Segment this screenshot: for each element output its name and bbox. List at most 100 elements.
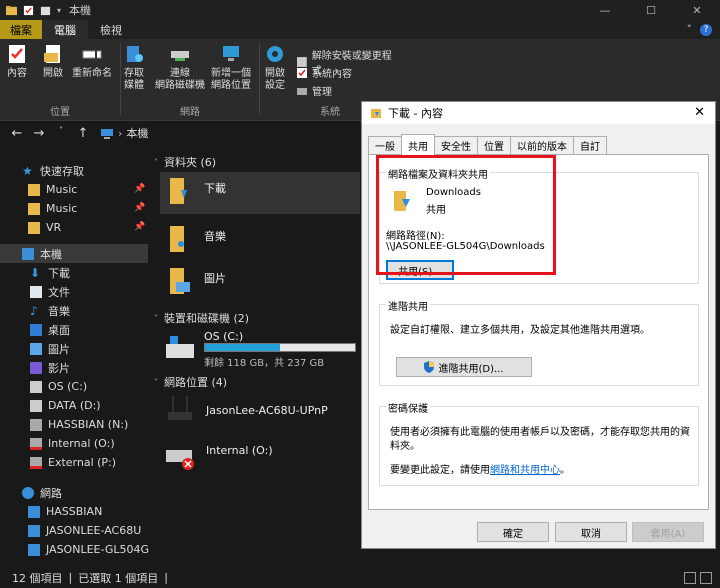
tab-location[interactable]: 位置 — [477, 136, 511, 154]
rename-button[interactable]: 重新命名 — [72, 43, 112, 80]
large-icons-view-icon[interactable] — [700, 571, 712, 584]
drive-usage-fill — [205, 344, 280, 351]
chevron-down-icon: ˅ — [154, 157, 158, 167]
details-view-icon[interactable] — [684, 571, 696, 584]
tab-security[interactable]: 安全性 — [434, 136, 478, 154]
video-icon — [30, 361, 42, 374]
tab-previous-versions[interactable]: 以前的版本 — [510, 136, 574, 154]
tab-customize[interactable]: 自訂 — [573, 136, 607, 154]
folder-item-downloads[interactable]: 下載 — [160, 172, 360, 214]
close-icon[interactable]: ✕ — [694, 105, 705, 120]
pc-icon — [101, 128, 113, 139]
chevron-down-icon: ˅ — [154, 377, 158, 387]
drive-name: OS (C:) — [204, 330, 244, 343]
open-button[interactable]: 開啟 — [42, 43, 64, 80]
disconnected-drive-icon — [30, 437, 42, 450]
forward-arrow-icon[interactable]: → — [32, 126, 46, 141]
sidebar-item-net-jasonlee-gl504g[interactable]: JASONLEE-GL504G — [28, 540, 149, 559]
sidebar-item-music[interactable]: ♪ 音樂 — [30, 301, 70, 320]
disconnected-drive-icon — [166, 450, 194, 470]
sidebar-item-hassbian-n[interactable]: HASSBIAN (N:) — [30, 415, 128, 434]
properties-icon[interactable] — [23, 5, 34, 16]
sidebar-item-documents[interactable]: 文件 — [30, 282, 70, 301]
folder-item-music[interactable]: 音樂 — [160, 220, 226, 256]
advanced-share-button[interactable]: 進階共用(D)... — [396, 357, 532, 377]
dialog-title: 下載 - 內容 — [388, 107, 443, 120]
network-drive-icon — [171, 51, 189, 61]
sidebar-item-net-hassbian[interactable]: HASSBIAN — [28, 502, 102, 521]
sidebar-item-external-p[interactable]: External (P:) — [30, 453, 116, 472]
collapse-ribbon-icon[interactable]: ˅ — [687, 23, 693, 36]
sidebar-item-vr-pinned[interactable]: VR — [28, 218, 61, 237]
section-network-locations[interactable]: ˅ 網路位置 (4) — [154, 374, 227, 390]
folder-icon — [28, 183, 40, 196]
sidebar-item-data-d[interactable]: DATA (D:) — [30, 396, 101, 415]
sidebar-item-pictures[interactable]: 圖片 — [30, 339, 70, 358]
sidebar-item-os-c[interactable]: OS (C:) — [30, 377, 87, 396]
highlight-box — [376, 155, 556, 275]
drive-usage-bar — [204, 343, 356, 352]
sidebar-item-desktop[interactable]: 桌面 — [30, 320, 70, 339]
sidebar-item-music-pinned[interactable]: Music — [28, 180, 77, 199]
pin-icon[interactable]: 📌 — [134, 203, 145, 213]
manage-icon — [297, 87, 307, 95]
sidebar-item-videos[interactable]: 影片 — [30, 358, 70, 377]
system-properties-button[interactable]: 系統內容 — [296, 65, 352, 80]
add-network-location-button[interactable]: 新增一個 網路位置 — [211, 43, 251, 92]
access-media-button[interactable]: 存取 媒體 — [123, 43, 145, 92]
recent-chevron-icon[interactable]: ˅ — [54, 126, 68, 141]
computer-icon — [28, 524, 40, 537]
manage-button[interactable]: 管理 — [296, 83, 332, 98]
advanced-share-description: 設定自訂權限、建立多個共用，及設定其他進階共用選項。 — [390, 325, 650, 336]
map-network-drive-button[interactable]: 連線 網路磁碟機 — [155, 43, 205, 92]
tab-file[interactable]: 檔案 — [0, 20, 42, 39]
drive-item-os-c[interactable] — [162, 330, 198, 366]
sidebar-item-downloads[interactable]: ⬇ 下載 — [30, 263, 70, 282]
breadcrumb-item[interactable]: 本機 — [126, 125, 148, 141]
sidebar-item-quick-access[interactable]: ★ 快速存取 — [22, 161, 84, 180]
back-arrow-icon[interactable]: ← — [10, 126, 24, 141]
network-drive-icon — [30, 418, 42, 431]
tab-view[interactable]: 檢視 — [88, 20, 134, 39]
advanced-share-group: 進階共用 設定自訂權限、建立多個共用，及設定其他進階共用選項。 進階共用(D).… — [379, 298, 699, 386]
drive-icon — [30, 399, 42, 412]
folder-item-pictures[interactable]: 圖片 — [160, 262, 226, 298]
group-label-location: 位置 — [50, 107, 70, 118]
network-location-icon — [223, 46, 239, 61]
help-icon[interactable]: ? — [700, 23, 712, 36]
sidebar-item-net-jasonlee-ac68u[interactable]: JASONLEE-AC68U — [28, 521, 141, 540]
network-sharing-center-link[interactable]: 網路和共用中心 — [490, 465, 560, 476]
netloc-item-internal[interactable]: Internal (O:) — [162, 438, 273, 474]
windows-drive-icon — [166, 336, 194, 358]
chevron-down-icon: ˅ — [154, 313, 158, 323]
status-separator: | — [68, 571, 73, 584]
sidebar-item-music2-pinned[interactable]: Music — [28, 199, 77, 218]
open-settings-button[interactable]: 開啟 設定 — [264, 43, 286, 92]
tab-sharing[interactable]: 共用 — [401, 134, 435, 155]
sidebar-item-this-pc[interactable]: 本機 — [0, 244, 148, 263]
ok-button[interactable]: 確定 — [477, 522, 549, 542]
tab-computer[interactable]: 電腦 — [42, 20, 88, 39]
tab-general[interactable]: 一般 — [368, 136, 402, 154]
apply-button[interactable]: 套用(A) — [632, 522, 704, 542]
qa-dropdown-icon[interactable]: ▾ — [57, 6, 61, 15]
dialog-tabs: 一般 共用 安全性 位置 以前的版本 自訂 — [368, 134, 607, 155]
new-folder-icon[interactable] — [40, 5, 51, 16]
breadcrumb[interactable]: › 本機 — [100, 125, 148, 141]
sidebar-item-internal-o[interactable]: Internal (O:) — [30, 434, 115, 453]
maximize-button[interactable]: ☐ — [628, 0, 674, 20]
up-arrow-icon[interactable]: ↑ — [76, 126, 90, 141]
pin-icon[interactable]: 📌 — [134, 184, 145, 194]
cancel-button[interactable]: 取消 — [555, 522, 627, 542]
status-bar: 12 個項目 | 已選取 1 個項目 | — [0, 567, 720, 588]
minimize-button[interactable]: — — [582, 0, 628, 20]
section-devices[interactable]: ˅ 裝置和磁碟機 (2) — [154, 310, 249, 326]
sidebar-item-network[interactable]: 網路 — [22, 483, 62, 502]
change-setting-text: 要變更此設定，請使用網路和共用中心。 — [390, 465, 570, 476]
breadcrumb-separator-icon: › — [118, 126, 123, 140]
netloc-item-router[interactable]: JasonLee-AC68U-UPnP — [162, 392, 328, 428]
close-button[interactable]: ✕ — [674, 0, 720, 20]
section-folders[interactable]: ˅ 資料夾 (6) — [154, 154, 216, 170]
properties-button[interactable]: 內容 — [6, 43, 28, 80]
pin-icon[interactable]: 📌 — [134, 222, 145, 232]
